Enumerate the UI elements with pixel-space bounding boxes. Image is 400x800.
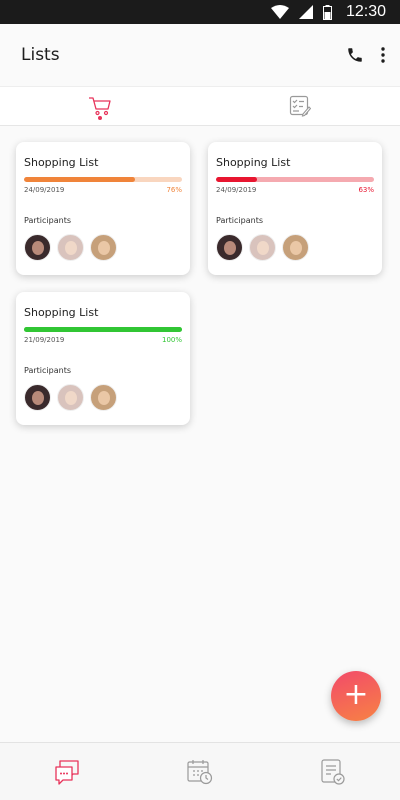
participant-avatars [24, 384, 182, 411]
calendar-clock-icon [187, 759, 213, 784]
participants-label: Participants [216, 216, 263, 225]
page-title: Lists [21, 45, 60, 65]
participant-avatars [216, 234, 374, 261]
avatar[interactable] [57, 384, 84, 411]
task-list-icon [321, 758, 345, 785]
card-title: Shopping List [216, 156, 291, 169]
more-vert-icon[interactable] [380, 46, 386, 64]
add-list-button[interactable]: + [331, 671, 381, 721]
progress-fill [24, 177, 135, 182]
plus-icon: + [343, 677, 369, 712]
avatar[interactable] [24, 384, 51, 411]
bottom-nav [0, 742, 400, 800]
chat-icon [55, 759, 79, 785]
avatar[interactable] [249, 234, 276, 261]
participants-label: Participants [24, 216, 71, 225]
signal-icon [298, 5, 313, 19]
progress-fill [216, 177, 258, 182]
card-title: Shopping List [24, 306, 99, 319]
card-percent: 76% [166, 186, 182, 194]
card-percent: 63% [358, 186, 374, 194]
avatar[interactable] [57, 234, 84, 261]
avatar[interactable] [90, 384, 117, 411]
participant-avatars [24, 234, 182, 261]
battery-icon [322, 4, 332, 20]
list-card[interactable]: Shopping List 24/09/2019 76% Participant… [16, 142, 190, 275]
nav-chat[interactable] [0, 743, 133, 800]
avatar[interactable] [216, 234, 243, 261]
list-card[interactable]: Shopping List 24/09/2019 63% Participant… [208, 142, 382, 275]
card-percent: 100% [161, 336, 182, 344]
participants-label: Participants [24, 366, 71, 375]
avatar[interactable] [90, 234, 117, 261]
nav-tasks[interactable] [267, 743, 400, 800]
wifi-icon [270, 5, 289, 19]
progress-bar [216, 177, 374, 182]
lists-content: Shopping List 24/09/2019 76% Participant… [0, 126, 400, 742]
list-card[interactable]: Shopping List 21/09/2019 100% Participan… [16, 292, 190, 425]
nav-calendar[interactable] [133, 743, 266, 800]
progress-fill [24, 327, 182, 332]
status-time: 12:30 [345, 3, 386, 20]
tab-shopping[interactable] [0, 87, 200, 125]
avatar[interactable] [282, 234, 309, 261]
card-date: 21/09/2019 [24, 336, 65, 344]
progress-bar [24, 177, 182, 182]
active-tab-indicator [98, 116, 102, 120]
app-bar: Lists [0, 24, 400, 86]
card-date: 24/09/2019 [216, 186, 257, 194]
tab-checklist[interactable] [200, 87, 400, 125]
phone-icon[interactable] [346, 46, 364, 64]
status-bar: 12:30 [0, 0, 400, 24]
checklist-icon [289, 95, 311, 117]
card-date: 24/09/2019 [24, 186, 65, 194]
card-title: Shopping List [24, 156, 99, 169]
avatar[interactable] [24, 234, 51, 261]
progress-bar [24, 327, 182, 332]
shopping-cart-icon [89, 97, 111, 116]
tab-bar [0, 86, 400, 126]
